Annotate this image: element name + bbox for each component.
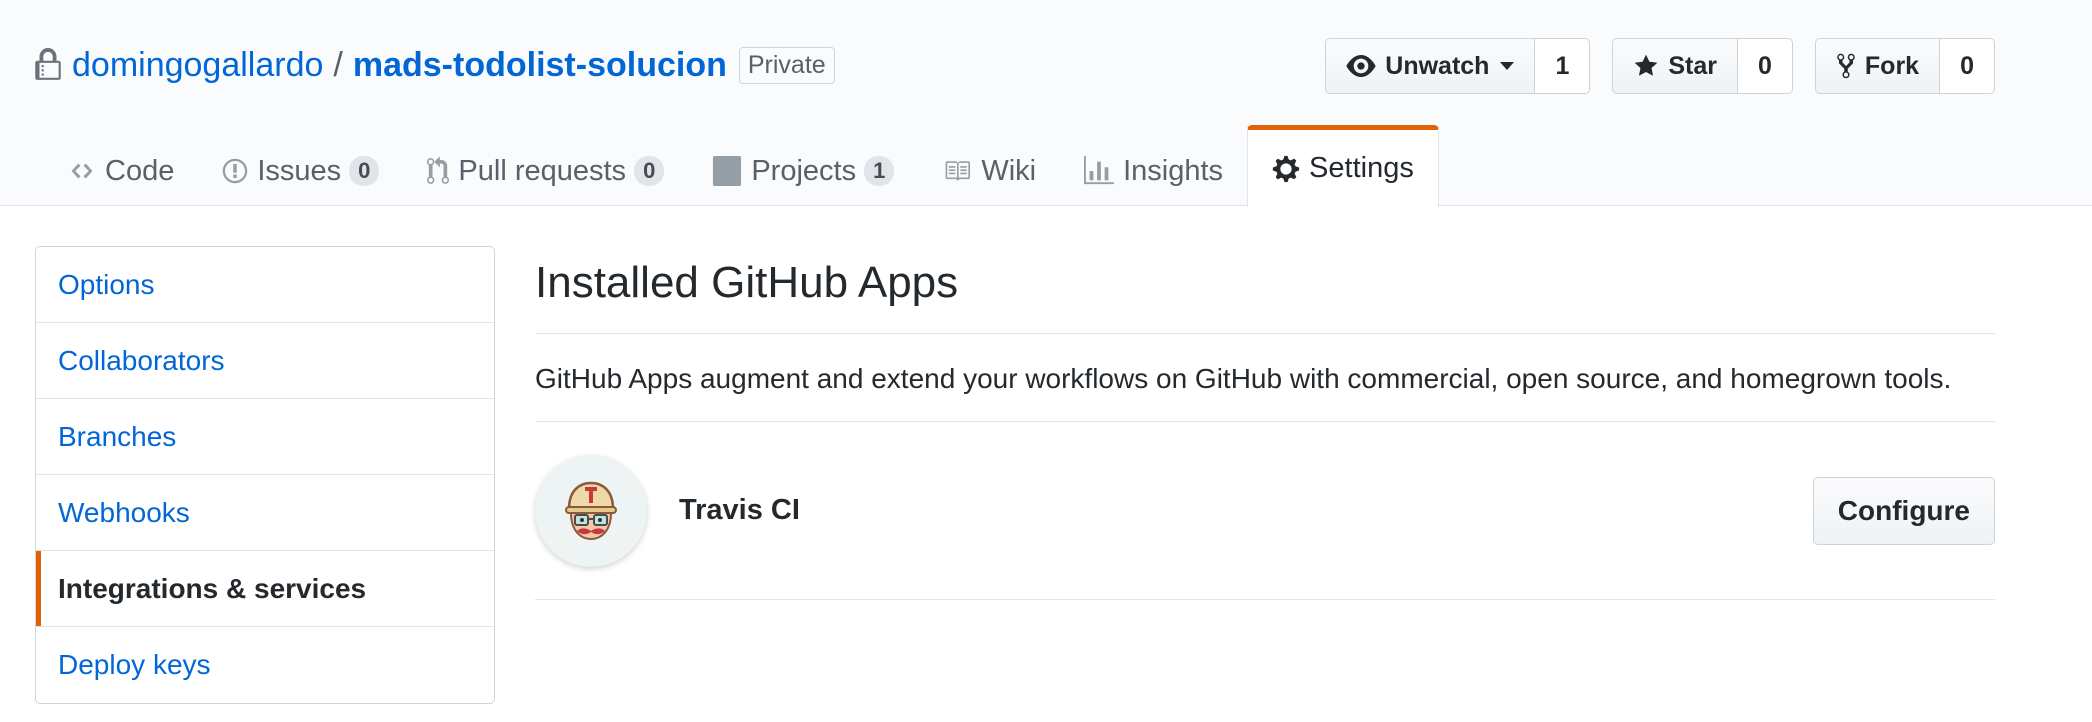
tab-projects[interactable]: Projects 1 [688,136,918,206]
tab-code[interactable]: Code [44,136,198,206]
configure-button[interactable]: Configure [1812,476,1995,545]
sidebar-item-webhooks[interactable]: Webhooks [36,475,494,551]
fork-button-group: Fork 0 [1814,38,1995,94]
pull-requests-counter: 0 [634,156,665,186]
tab-label: Pull requests [458,154,627,187]
sidebar-item-options[interactable]: Options [36,247,494,323]
tab-label: Wiki [981,154,1037,187]
tab-insights[interactable]: Insights [1060,136,1247,206]
tab-settings[interactable]: Settings [1247,125,1439,207]
private-badge: Private [738,46,835,84]
settings-sidebar: Options Collaborators Branches Webhooks … [35,246,495,704]
app-name: Travis CI [679,494,800,526]
sidebar-item-deploy-keys[interactable]: Deploy keys [36,627,494,703]
watchers-count[interactable]: 1 [1535,38,1591,94]
watch-button-group: Unwatch 1 [1325,38,1591,94]
tab-pull-requests[interactable]: Pull requests 0 [403,136,688,206]
tab-label: Insights [1123,154,1224,187]
code-icon [71,163,93,179]
project-icon [713,156,742,186]
repo-actions: Unwatch 1 Star 0 Fork 0 [1325,38,1995,94]
tab-issues[interactable]: Issues 0 [198,136,403,206]
projects-counter: 1 [864,156,895,186]
sidebar-item-branches[interactable]: Branches [36,399,494,475]
path-separator: / [333,45,343,84]
installed-app-row: Travis CI Configure [535,422,1995,600]
tab-wiki[interactable]: Wiki [918,136,1060,206]
tab-label: Settings [1309,152,1414,184]
issue-icon [223,158,248,184]
forks-count[interactable]: 0 [1940,38,1995,94]
fork-icon [1837,53,1855,79]
issues-counter: 0 [349,156,380,186]
fork-label: Fork [1864,51,1920,80]
page-title: Installed GitHub Apps [535,246,1995,334]
star-label: Star [1668,51,1717,80]
star-icon [1634,54,1658,76]
page-description: GitHub Apps augment and extend your work… [535,334,1995,422]
stargazers-count[interactable]: 0 [1738,38,1793,94]
sidebar-item-collaborators[interactable]: Collaborators [36,323,494,399]
unwatch-label: Unwatch [1385,51,1490,80]
repo-nav-tabs: Code Issues 0 Pull requests 0 Projects 1… [44,124,1439,207]
travis-ci-mascot-icon [535,454,647,567]
fork-button[interactable]: Fork [1814,38,1941,94]
graph-icon [1084,156,1115,185]
tab-label: Code [105,154,175,187]
gear-icon [1272,155,1300,182]
repo-title: domingogallardo / mads-todolist-solucion… [34,40,835,90]
tab-label: Projects [751,154,857,187]
repo-owner-link[interactable]: domingogallardo [72,46,323,85]
main-content: Installed GitHub Apps GitHub Apps augmen… [535,246,1995,600]
chevron-down-icon [1500,62,1515,70]
star-button[interactable]: Star [1612,38,1738,94]
tab-label: Issues [257,154,342,187]
book-icon [945,161,971,181]
repository-header: domingogallardo / mads-todolist-solucion… [0,0,2092,207]
eye-icon [1346,55,1376,77]
sidebar-item-integrations-services[interactable]: Integrations & services [36,551,494,627]
lock-icon [35,48,61,80]
pull-request-icon [427,156,450,184]
star-button-group: Star 0 [1612,38,1793,94]
unwatch-button[interactable]: Unwatch [1325,38,1536,94]
repo-name-link[interactable]: mads-todolist-solucion [353,46,727,85]
